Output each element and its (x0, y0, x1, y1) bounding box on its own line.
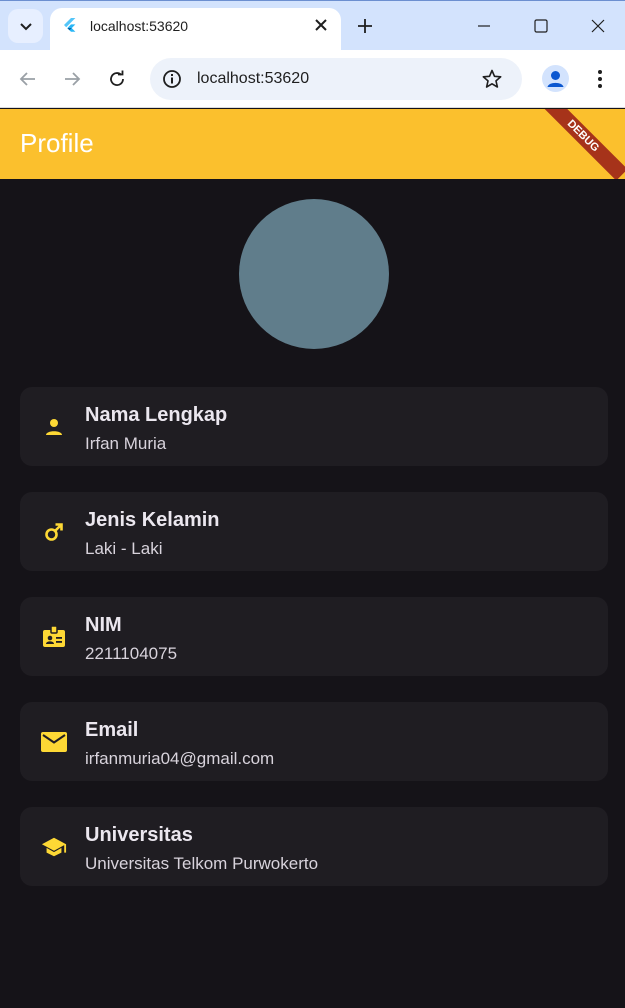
card-value: Universitas Telkom Purwokerto (85, 854, 319, 873)
profile-content: Nama Lengkap Irfan Muria Jenis Kelamin L… (0, 179, 625, 1008)
profile-card-name: Nama Lengkap Irfan Muria (20, 387, 608, 466)
forward-button[interactable] (61, 68, 83, 90)
card-value: irfanmuria04@gmail.com (85, 749, 275, 768)
tab-search-button[interactable] (8, 9, 43, 43)
avatar (239, 199, 389, 349)
close-window-button[interactable] (588, 16, 608, 36)
bookmark-star-icon[interactable] (481, 68, 503, 90)
reload-icon (110, 70, 124, 86)
card-value: Laki - Laki (85, 539, 163, 558)
flutter-icon (64, 18, 76, 32)
browser-tab-bar: localhost:53620 (0, 0, 625, 51)
app-bar: Profile (0, 109, 625, 179)
arrow-right-icon (65, 72, 81, 86)
page-title: Profile (20, 128, 94, 158)
arrow-left-icon (19, 72, 35, 86)
info-icon[interactable] (161, 68, 183, 90)
address-bar[interactable]: localhost:53620 (150, 58, 522, 100)
card-value: 2211104075 (85, 644, 178, 663)
browser-tab[interactable]: localhost:53620 (50, 8, 341, 51)
card-title: Nama Lengkap (85, 404, 228, 426)
more-vert-icon[interactable] (590, 67, 610, 91)
card-value: Irfan Muria (85, 434, 167, 453)
plus-icon (358, 19, 372, 33)
badge-icon (41, 624, 67, 650)
reload-button[interactable] (106, 68, 128, 90)
account-icon (547, 71, 564, 87)
maximize-window-button[interactable] (531, 16, 551, 36)
card-title: Universitas (85, 824, 193, 846)
card-title: NIM (85, 614, 122, 636)
profile-card-nim: NIM 2211104075 (20, 597, 608, 676)
profile-card-email: Email irfanmuria04@gmail.com (20, 702, 608, 781)
profile-card-gender: Jenis Kelamin Laki - Laki (20, 492, 608, 571)
card-title: Email (85, 719, 139, 741)
profile-button[interactable] (542, 65, 569, 92)
school-icon (41, 834, 67, 860)
tab-close-button[interactable] (312, 16, 330, 34)
new-tab-button[interactable] (354, 15, 376, 37)
url-text[interactable]: localhost:53620 (197, 70, 309, 88)
card-title: Jenis Kelamin (85, 509, 220, 531)
back-button[interactable] (17, 68, 39, 90)
minimize-window-button[interactable] (474, 16, 494, 36)
email-icon (41, 729, 67, 755)
chevron-down-icon (19, 23, 32, 31)
male-icon (41, 519, 67, 545)
browser-toolbar: localhost:53620 (0, 50, 625, 108)
close-icon (315, 19, 327, 31)
person-icon (41, 414, 67, 440)
tab-title: localhost:53620 (90, 18, 189, 34)
profile-card-university: Universitas Universitas Telkom Purwokert… (20, 807, 608, 886)
